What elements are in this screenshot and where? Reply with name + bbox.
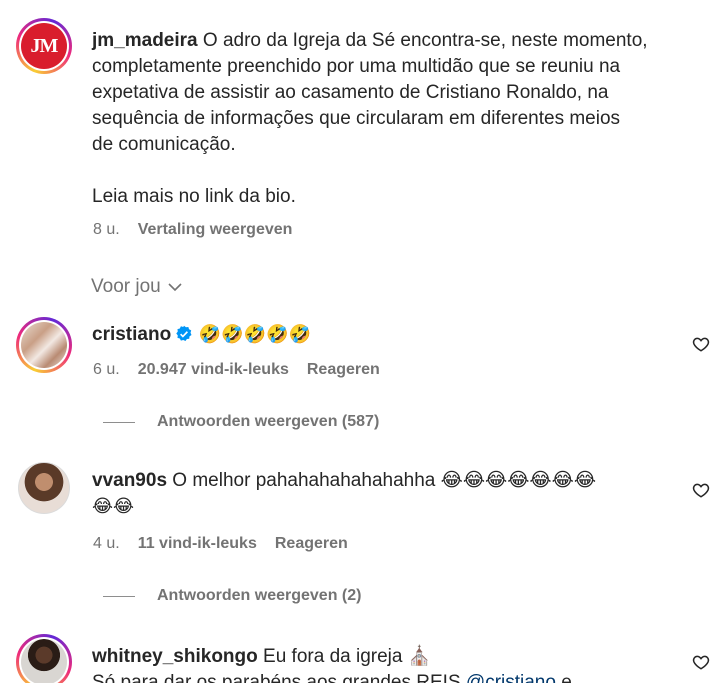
view-replies-label: Antwoorden weergeven (2) xyxy=(157,587,362,604)
comment-username[interactable]: cristiano xyxy=(92,324,171,345)
view-replies-button[interactable]: Antwoorden weergeven (587) xyxy=(103,413,379,431)
translate-button[interactable]: Vertaling weergeven xyxy=(138,221,293,239)
replies-divider xyxy=(103,421,135,423)
comment-sort-dropdown[interactable]: Voor jou xyxy=(91,276,183,298)
comment-meta: 4 u. 11 vind-ik-leuks Reageren xyxy=(93,535,348,553)
replies-divider xyxy=(103,595,135,597)
comment-cristiano: cristiano 🤣🤣🤣🤣🤣 xyxy=(92,322,311,351)
heart-outline-icon[interactable] xyxy=(692,335,710,353)
heart-outline-icon[interactable] xyxy=(692,481,710,499)
reply-button[interactable]: Reageren xyxy=(275,535,348,553)
comment-username[interactable]: whitney_shikongo xyxy=(92,646,258,667)
avatar-photo xyxy=(21,322,67,368)
comment-time: 6 u. xyxy=(93,361,120,378)
post-meta: 8 u. Vertaling weergeven xyxy=(93,221,292,239)
view-replies-label: Antwoorden weergeven (587) xyxy=(157,413,380,430)
heart-outline-icon[interactable] xyxy=(692,653,710,671)
avatar-photo xyxy=(21,639,67,683)
post-author-avatar[interactable]: JM xyxy=(16,18,72,74)
post-username[interactable]: jm_madeira xyxy=(92,30,198,51)
comment-whitney: whitney_shikongo Eu fora da igreja ⛪ Só … xyxy=(92,644,692,683)
post-caption-extra: Leia mais no link da bio. xyxy=(92,186,296,207)
comment-vvan90s: vvan90s O melhor pahahahahahahahha 😂😂😂😂😂… xyxy=(92,470,597,517)
mention-link[interactable]: @cristiano xyxy=(466,672,556,683)
comment-meta: 6 u. 20.947 vind-ik-leuks Reageren xyxy=(93,361,380,379)
comment-username[interactable]: vvan90s xyxy=(92,470,167,491)
view-replies-button[interactable]: Antwoorden weergeven (2) xyxy=(103,587,361,605)
comment-likes[interactable]: 11 vind-ik-leuks xyxy=(138,535,257,553)
comment-avatar-vvan90s[interactable] xyxy=(18,462,70,514)
comment-avatar-whitney[interactable] xyxy=(16,634,72,683)
reply-button[interactable]: Reageren xyxy=(307,361,380,379)
comment-time: 4 u. xyxy=(93,535,120,552)
post-caption: jm_madeira O adro da Igreja da Sé encont… xyxy=(92,30,648,155)
sort-label: Voor jou xyxy=(91,276,161,297)
jm-logo: JM xyxy=(21,23,67,69)
avatar-photo xyxy=(19,463,69,513)
chevron-down-icon xyxy=(168,283,182,292)
verified-badge-icon xyxy=(175,325,193,351)
comment-avatar-cristiano[interactable] xyxy=(16,317,72,373)
post-time: 8 u. xyxy=(93,221,120,238)
comment-likes[interactable]: 20.947 vind-ik-leuks xyxy=(138,361,289,379)
